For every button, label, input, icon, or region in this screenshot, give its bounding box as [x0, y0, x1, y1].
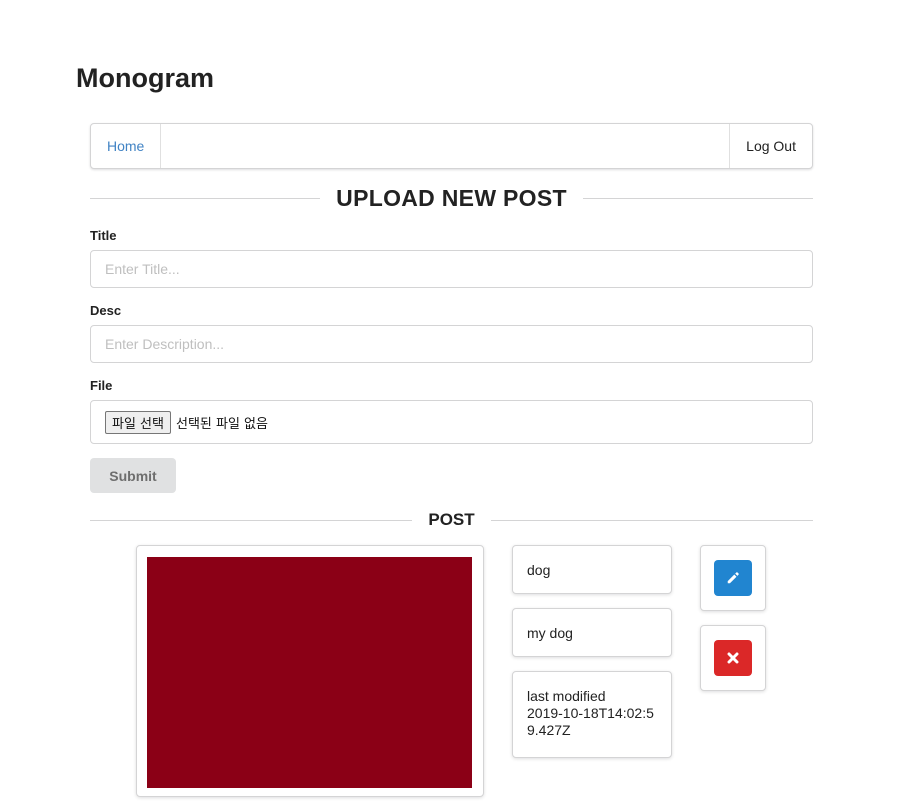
upload-heading: UPLOAD NEW POST — [336, 184, 567, 211]
nav-logout-link[interactable]: Log Out — [729, 124, 812, 168]
file-field-label: File — [90, 378, 113, 393]
nav-home-link[interactable]: Home — [91, 124, 162, 168]
file-status-text: 선택된 파일 없음 — [175, 416, 268, 432]
top-navbar: Home Log Out — [90, 123, 813, 169]
post-modified-label: last modified — [527, 688, 606, 704]
post-title: dog — [527, 561, 551, 578]
title-field-label: Title — [90, 228, 117, 243]
close-icon — [727, 652, 739, 664]
delete-action-card — [700, 625, 766, 691]
pencil-icon — [727, 572, 739, 584]
post-image — [147, 557, 472, 788]
post-description: my dog — [527, 624, 573, 641]
post-modified-card: last modified 2019-10-18T14:02:59.427Z — [512, 671, 672, 758]
title-input[interactable] — [90, 250, 813, 288]
desc-field-label: Desc — [90, 303, 122, 318]
post-title-card: dog — [512, 545, 672, 594]
edit-post-button[interactable] — [714, 560, 752, 596]
post-modified-value: 2019-10-18T14:02:59.427Z — [527, 705, 654, 738]
submit-button[interactable]: Submit — [90, 458, 176, 493]
upload-section-divider: UPLOAD NEW POST — [90, 182, 813, 214]
post-section-divider: POST — [90, 508, 813, 532]
delete-post-button[interactable] — [714, 640, 752, 676]
app-title: Monogram — [76, 63, 214, 93]
choose-file-button[interactable]: 파일 선택 — [105, 410, 171, 434]
file-input: 파일 선택 선택된 파일 없음 — [90, 400, 813, 444]
description-input[interactable] — [90, 325, 813, 363]
edit-action-card — [700, 545, 766, 611]
post-description-card: my dog — [512, 608, 672, 657]
post-image-card — [136, 545, 484, 797]
post-heading: POST — [428, 510, 475, 529]
